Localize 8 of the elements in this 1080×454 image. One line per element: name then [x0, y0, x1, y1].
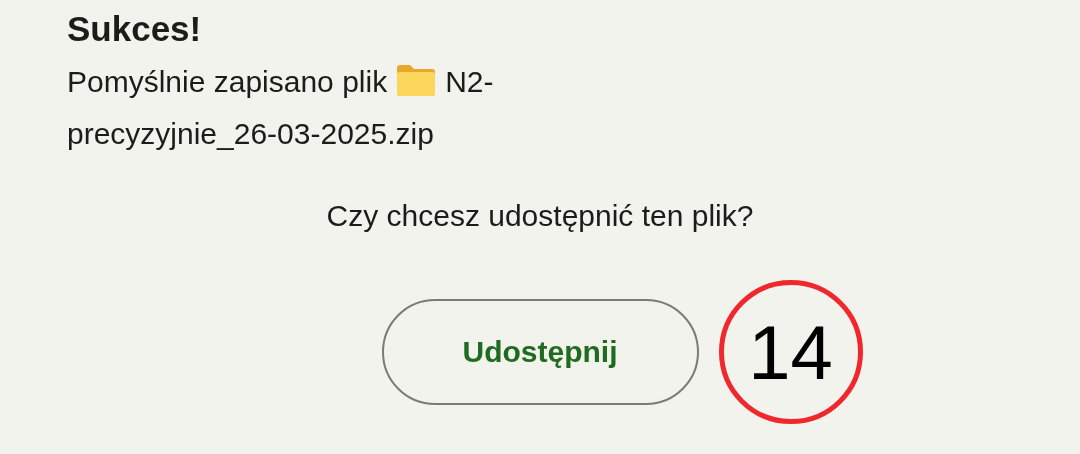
message-text: Pomyślnie zapisano plik — [67, 65, 388, 98]
file-name: N2- — [445, 65, 494, 98]
dialog-title: Sukces! — [67, 8, 203, 50]
share-button[interactable]: Udostępnij — [381, 299, 699, 405]
folder-icon — [395, 62, 438, 98]
file-name: precyzyjnie_26-03-2025.zip — [67, 117, 434, 150]
share-question: Czy chcesz udostępnić ten plik? — [325, 198, 755, 234]
number-marker: 14 — [718, 280, 863, 424]
